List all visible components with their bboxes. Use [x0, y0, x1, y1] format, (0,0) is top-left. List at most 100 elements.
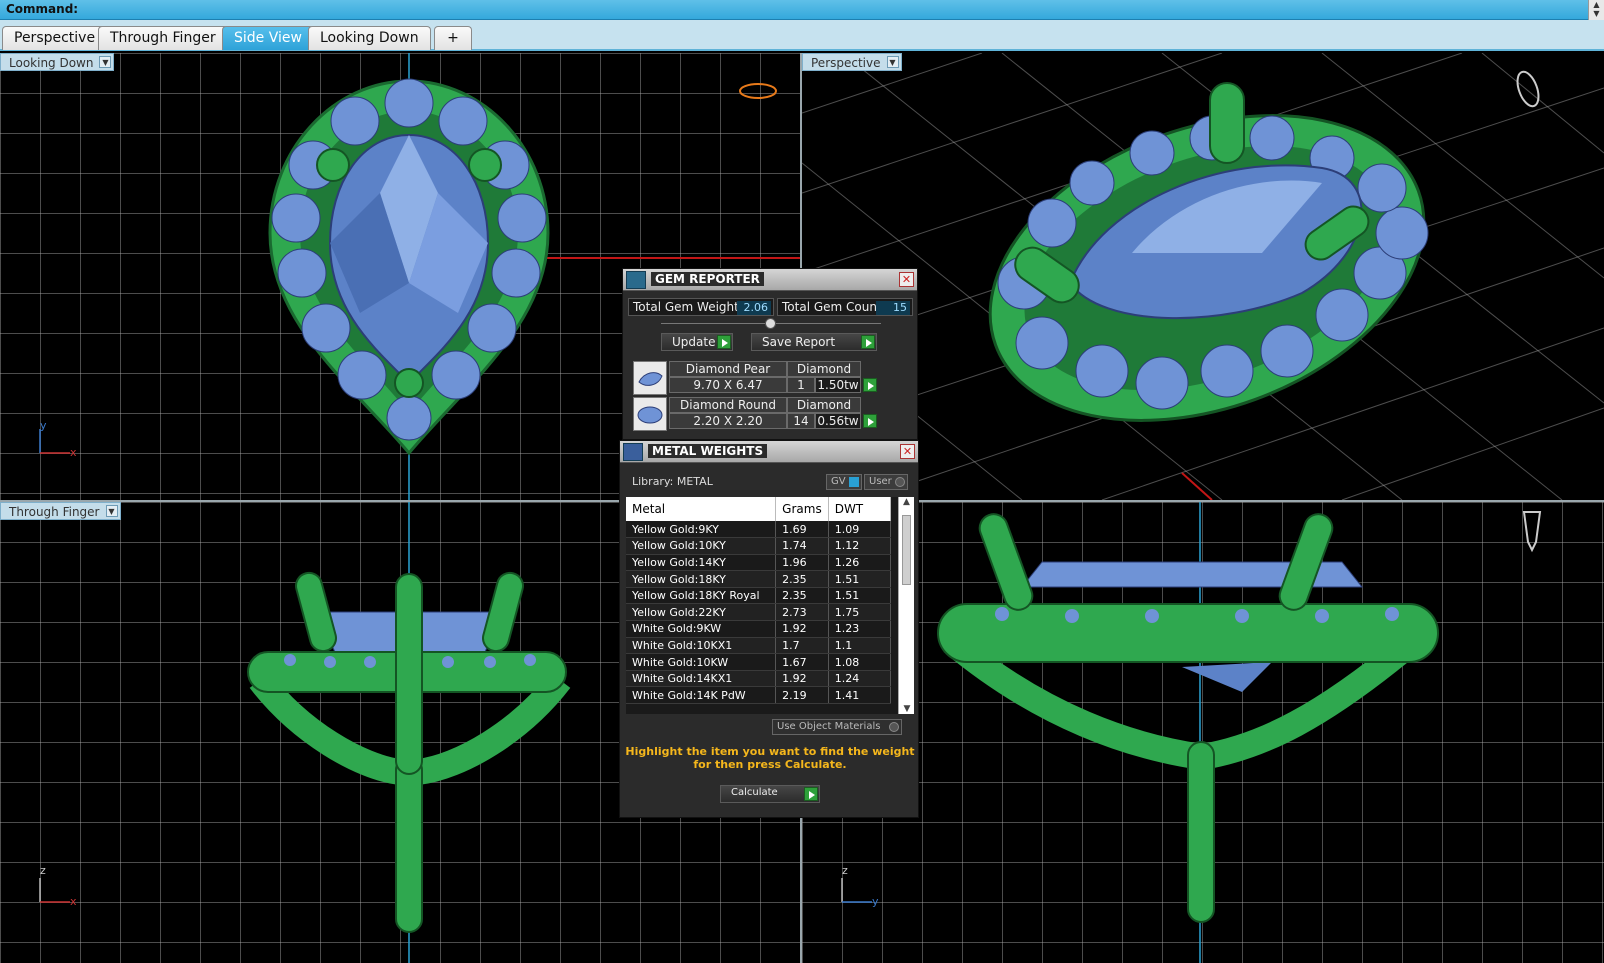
dwt-cell: 1.51: [828, 570, 892, 588]
add-tab-button[interactable]: +: [434, 26, 472, 50]
gem-detail-arrow-icon[interactable]: [863, 378, 877, 392]
viewport-label-text: Perspective: [811, 56, 881, 70]
column-header-grams[interactable]: Grams: [775, 497, 829, 521]
update-button[interactable]: Update: [661, 333, 733, 351]
viewport-tab-bar: Perspective Through Finger Side View Loo…: [0, 20, 1604, 51]
metal-table-container[interactable]: Metal Grams DWT Yellow Gold:9KY 1.69 1.09 Y…: [626, 497, 914, 714]
axis-y-label: y: [40, 419, 47, 432]
axis-z-label: z: [40, 864, 46, 877]
user-toggle[interactable]: User: [864, 474, 908, 490]
chevron-down-icon[interactable]: ▼: [105, 505, 118, 517]
metal-cell: White Gold:14K PdW: [626, 686, 777, 705]
dwt-cell: 1.23: [828, 620, 892, 638]
metal-cell: Yellow Gold:22KY: [626, 603, 777, 622]
gem-reporter-icon: [626, 271, 646, 289]
tab-perspective[interactable]: Perspective: [2, 26, 108, 50]
gem-reporter-title: GEM REPORTER: [651, 272, 764, 286]
dwt-cell: 1.75: [828, 603, 892, 622]
gem-row[interactable]: Diamond Pear Diamond 9.70 X 6.47 1 1.50t…: [633, 361, 885, 395]
chevron-down-icon[interactable]: ▼: [99, 56, 112, 68]
gem-shape: Diamond Round: [669, 397, 787, 413]
axis-x-label: x: [70, 895, 77, 908]
calculate-button[interactable]: Calculate: [720, 785, 820, 803]
total-gem-count-label: Total Gem Count: [782, 300, 882, 314]
table-row[interactable]: White Gold:9KW 1.92 1.23: [626, 620, 892, 638]
use-object-materials-toggle[interactable]: Use Object Materials: [772, 719, 902, 735]
column-header-dwt[interactable]: DWT: [828, 497, 892, 521]
table-row[interactable]: Yellow Gold:14KY 1.96 1.26: [626, 554, 892, 572]
table-row[interactable]: Yellow Gold:9KY 1.69 1.09: [626, 521, 892, 539]
calculate-label: Calculate: [731, 787, 778, 798]
metal-weights-panel: METAL WEIGHTS ✕ Library: METAL GV User M…: [619, 440, 919, 818]
user-label: User: [869, 476, 892, 487]
scroll-down-icon[interactable]: ▼: [899, 704, 914, 714]
flask-icon: [623, 443, 643, 461]
tab-looking-down[interactable]: Looking Down: [308, 26, 431, 50]
gem-reporter-titlebar[interactable]: GEM REPORTER ✕: [623, 269, 917, 291]
ring-side-view: [841, 502, 1542, 963]
calculate-hint-text: Highlight the item you want to find the …: [625, 745, 915, 771]
metal-cell: Yellow Gold:9KY: [626, 521, 777, 539]
table-row[interactable]: Yellow Gold:10KY 1.74 1.12: [626, 537, 892, 555]
chevron-down-icon[interactable]: ▼: [886, 56, 899, 68]
total-gem-weight-value: 2.06: [737, 301, 771, 315]
splitter-handle[interactable]: [765, 318, 776, 329]
command-bar[interactable]: Command: ▲ ▼: [0, 0, 1604, 20]
play-icon: [861, 335, 875, 349]
gem-detail-arrow-icon[interactable]: [863, 414, 877, 428]
viewport-perspective[interactable]: Perspective ▼: [802, 53, 1604, 500]
total-gem-weight-label: Total Gem Weight: [633, 300, 739, 314]
grams-cell: 2.73: [775, 603, 829, 622]
table-row[interactable]: White Gold:10KW 1.67 1.08: [626, 653, 892, 671]
viewport-label-text: Looking Down: [9, 56, 94, 70]
table-scrollbar[interactable]: ▲ ▼: [898, 497, 914, 714]
viewport-side-view[interactable]: z y: [802, 502, 1604, 963]
close-icon[interactable]: ✕: [900, 444, 915, 459]
grams-cell: 1.67: [775, 653, 829, 671]
tab-side-view[interactable]: Side View: [222, 26, 314, 50]
scroll-thumb[interactable]: [902, 515, 911, 585]
pear-gem-thumbnail: [633, 361, 667, 395]
radio-icon: [889, 722, 899, 732]
gem-count: 14: [787, 413, 815, 429]
table-row[interactable]: White Gold:10KX1 1.7 1.1: [626, 637, 892, 655]
metal-cell: White Gold:9KW: [626, 620, 777, 638]
gv-label: GV: [831, 476, 846, 487]
metal-cell: Yellow Gold:18KY: [626, 570, 777, 588]
metal-weights-titlebar[interactable]: METAL WEIGHTS ✕: [620, 441, 918, 463]
grams-cell: 1.69: [775, 521, 829, 539]
axis-x-label: x: [70, 446, 77, 459]
viewport-label-text: Through Finger: [9, 505, 100, 519]
table-row[interactable]: White Gold:14K PdW 2.19 1.41: [626, 686, 892, 705]
gem-material: Diamond: [787, 397, 861, 413]
metal-cell: White Gold:14KX1: [626, 670, 777, 688]
metal-cell: Yellow Gold:14KY: [626, 554, 777, 572]
ring-perspective-view: [802, 53, 1604, 500]
column-header-metal[interactable]: Metal: [626, 497, 777, 521]
viewport-label-through-finger[interactable]: Through Finger ▼: [0, 502, 121, 520]
close-icon[interactable]: ✕: [899, 272, 914, 287]
command-label: Command:: [6, 2, 79, 16]
table-row[interactable]: Yellow Gold:18KY Royal 2.35 1.51: [626, 587, 892, 605]
metal-cell: Yellow Gold:10KY: [626, 537, 777, 555]
play-icon: [717, 335, 731, 349]
info-icon: [849, 477, 859, 487]
table-row[interactable]: White Gold:14KX1 1.92 1.24: [626, 670, 892, 688]
gem-row[interactable]: Diamond Round Diamond 2.20 X 2.20 14 0.5…: [633, 397, 885, 431]
command-scroll-arrows[interactable]: ▲ ▼: [1588, 0, 1604, 20]
tab-through-finger[interactable]: Through Finger: [98, 26, 228, 50]
gem-shape: Diamond Pear: [669, 361, 787, 377]
viewport-label-perspective[interactable]: Perspective ▼: [802, 53, 902, 71]
table-row[interactable]: Yellow Gold:22KY 2.73 1.75: [626, 603, 892, 622]
gem-weight: 0.56tw: [815, 413, 861, 429]
gem-reporter-panel: GEM REPORTER ✕ Total Gem Weight 2.06 Tot…: [622, 268, 918, 440]
gv-toggle[interactable]: GV: [826, 474, 862, 490]
grams-cell: 1.74: [775, 537, 829, 555]
dwt-cell: 1.26: [828, 554, 892, 572]
play-icon: [804, 787, 818, 801]
gem-size: 9.70 X 6.47: [669, 377, 787, 393]
table-row[interactable]: Yellow Gold:18KY 2.35 1.51: [626, 570, 892, 588]
save-report-button[interactable]: Save Report: [751, 333, 877, 351]
viewport-label-looking-down[interactable]: Looking Down ▼: [0, 53, 115, 71]
scroll-up-icon[interactable]: ▲: [899, 497, 914, 507]
